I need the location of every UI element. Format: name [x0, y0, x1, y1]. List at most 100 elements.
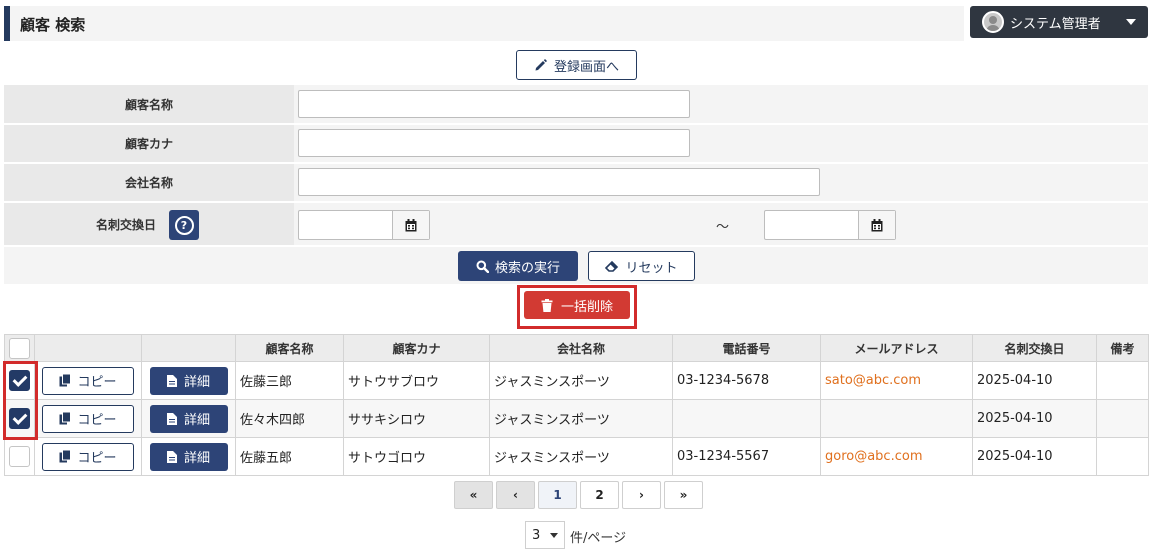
- help-button[interactable]: ?: [169, 210, 199, 240]
- register-button[interactable]: 登録画面へ: [516, 50, 637, 80]
- date-to-input[interactable]: [764, 210, 896, 240]
- table-row: コピー 詳細 佐藤五郎 サトウゴロウ ジャスミンスポーツ 03-1234-556…: [4, 437, 1149, 476]
- first-page-button[interactable]: «: [454, 481, 493, 509]
- search-button[interactable]: 検索の実行: [458, 251, 578, 281]
- table-row: コピー 詳細 佐藤三郎 サトウサブロウ ジャスミンスポーツ 03-1234-56…: [4, 361, 1149, 400]
- cell-email-link[interactable]: sato@abc.com: [820, 361, 973, 400]
- detail-button[interactable]: 詳細: [149, 442, 228, 471]
- date-range-separator: ～: [716, 220, 730, 235]
- user-menu-button[interactable]: システム管理者: [970, 6, 1148, 38]
- cell-phone: [672, 399, 821, 438]
- form-row-card-exchange: 名刺交換日 ? ～: [4, 203, 1148, 247]
- cell-note: [1096, 399, 1149, 438]
- detail-label: 詳細: [183, 413, 210, 428]
- page-header: 顧客 検索 システム管理者: [4, 6, 1148, 41]
- per-page-select[interactable]: 3: [525, 521, 565, 549]
- cell-note: [1096, 361, 1149, 400]
- next-page-button[interactable]: ›: [622, 481, 661, 509]
- row-select-cell: [4, 437, 35, 476]
- select-all-header: [4, 334, 35, 362]
- form-row-customer-kana: 顧客カナ: [4, 125, 1148, 164]
- register-button-label: 登録画面へ: [553, 59, 619, 75]
- form-actions-row: 検索の実行 リセット: [4, 247, 1148, 284]
- date-from-input[interactable]: [298, 210, 430, 240]
- copy-icon: [59, 450, 72, 463]
- cell-card-date: 2025-04-10: [972, 361, 1097, 400]
- last-page-button[interactable]: »: [664, 481, 703, 509]
- select-all-checkbox[interactable]: [9, 337, 30, 359]
- column-header-email[interactable]: メールアドレス: [820, 334, 973, 362]
- user-avatar-icon: [982, 11, 1004, 33]
- customer-kana-input[interactable]: [298, 129, 690, 157]
- customer-name-input[interactable]: [298, 90, 690, 118]
- copy-button[interactable]: コピー: [42, 366, 134, 395]
- column-header-card-date[interactable]: 名刺交換日: [972, 334, 1097, 362]
- cell-company-name: ジャスミンスポーツ: [489, 361, 673, 400]
- copy-label: コピー: [77, 451, 117, 466]
- column-header: [141, 334, 236, 362]
- company-name-label: 会社名称: [4, 164, 294, 201]
- cell-email-link[interactable]: goro@abc.com: [820, 437, 973, 476]
- copy-cell: コピー: [34, 437, 142, 476]
- cell-phone: 03-1234-5678: [672, 361, 821, 400]
- caret-down-icon: [1126, 19, 1136, 25]
- company-name-input[interactable]: [298, 168, 820, 196]
- calendar-icon[interactable]: [858, 211, 895, 239]
- detail-button[interactable]: 詳細: [149, 404, 228, 433]
- detail-cell: 詳細: [141, 437, 236, 476]
- checked-rows-highlight: [3, 361, 38, 440]
- cell-note: [1096, 437, 1149, 476]
- cell-email-link[interactable]: [820, 399, 973, 438]
- row-checkbox[interactable]: [9, 446, 30, 467]
- copy-cell: コピー: [34, 399, 142, 438]
- copy-icon: [59, 412, 72, 425]
- column-header-customer-name[interactable]: 顧客名称: [235, 334, 344, 362]
- calendar-glyph-icon: [405, 218, 417, 231]
- reset-button-label: リセット: [625, 260, 678, 276]
- copy-icon: [59, 374, 72, 387]
- cell-card-date: 2025-04-10: [972, 437, 1097, 476]
- cell-phone: 03-1234-5567: [672, 437, 821, 476]
- column-header-phone[interactable]: 電話番号: [672, 334, 821, 362]
- column-header-note[interactable]: 備考: [1096, 334, 1149, 362]
- cell-customer-name: 佐々木四郎: [235, 399, 344, 438]
- copy-button[interactable]: コピー: [42, 404, 134, 433]
- eraser-icon: [605, 260, 619, 272]
- form-row-company-name: 会社名称: [4, 164, 1148, 203]
- search-icon: [476, 260, 489, 273]
- detail-button[interactable]: 詳細: [149, 366, 228, 395]
- user-name: システム管理者: [1010, 16, 1101, 32]
- prev-page-button[interactable]: ‹: [496, 481, 535, 509]
- cell-customer-kana: サトウゴロウ: [343, 437, 490, 476]
- column-header-company-name[interactable]: 会社名称: [489, 334, 673, 362]
- cell-customer-name: 佐藤五郎: [235, 437, 344, 476]
- cell-customer-kana: サトウサブロウ: [343, 361, 490, 400]
- per-page-value: 3: [532, 527, 541, 543]
- document-icon: [166, 412, 177, 425]
- page-button-2[interactable]: 2: [580, 481, 619, 509]
- page-button-1[interactable]: 1: [538, 481, 577, 509]
- reset-button[interactable]: リセット: [588, 251, 695, 281]
- per-page-label: 件/ページ: [570, 531, 627, 546]
- table-header-row: 顧客名称 顧客カナ 会社名称 電話番号 メールアドレス 名刺交換日 備考: [4, 334, 1149, 362]
- copy-cell: コピー: [34, 361, 142, 400]
- bulk-delete-button[interactable]: 一括削除: [524, 291, 630, 319]
- chevron-down-icon: [550, 533, 558, 538]
- detail-cell: 詳細: [141, 399, 236, 438]
- customer-kana-label: 顧客カナ: [4, 125, 294, 162]
- trash-icon: [541, 298, 553, 312]
- column-header-customer-kana[interactable]: 顧客カナ: [343, 334, 490, 362]
- cell-card-date: 2025-04-10: [972, 399, 1097, 438]
- detail-label: 詳細: [183, 375, 210, 390]
- document-icon: [166, 374, 177, 387]
- column-header: [34, 334, 142, 362]
- customer-name-label: 顧客名称: [4, 85, 294, 123]
- cell-customer-kana: ササキシロウ: [343, 399, 490, 438]
- copy-button[interactable]: コピー: [42, 442, 134, 471]
- question-icon: ?: [174, 215, 194, 235]
- calendar-icon[interactable]: [392, 211, 429, 239]
- cell-company-name: ジャスミンスポーツ: [489, 399, 673, 438]
- card-exchange-label-cell: 名刺交換日: [4, 203, 294, 245]
- cell-customer-name: 佐藤三郎: [235, 361, 344, 400]
- detail-cell: 詳細: [141, 361, 236, 400]
